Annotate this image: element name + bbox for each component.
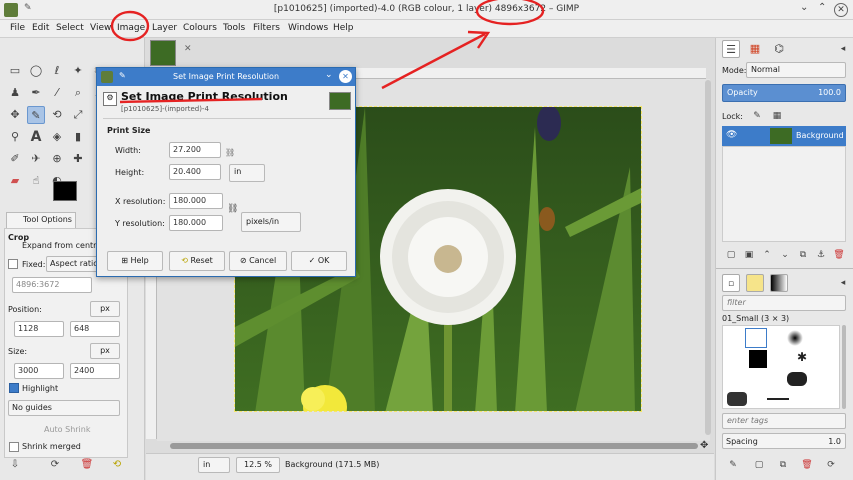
image-menu-circle (110, 10, 150, 42)
title-size-circle (475, 0, 545, 26)
annotation-overlay (110, 0, 545, 104)
annotation-arrow (381, 32, 486, 90)
heading-underline (119, 97, 263, 104)
